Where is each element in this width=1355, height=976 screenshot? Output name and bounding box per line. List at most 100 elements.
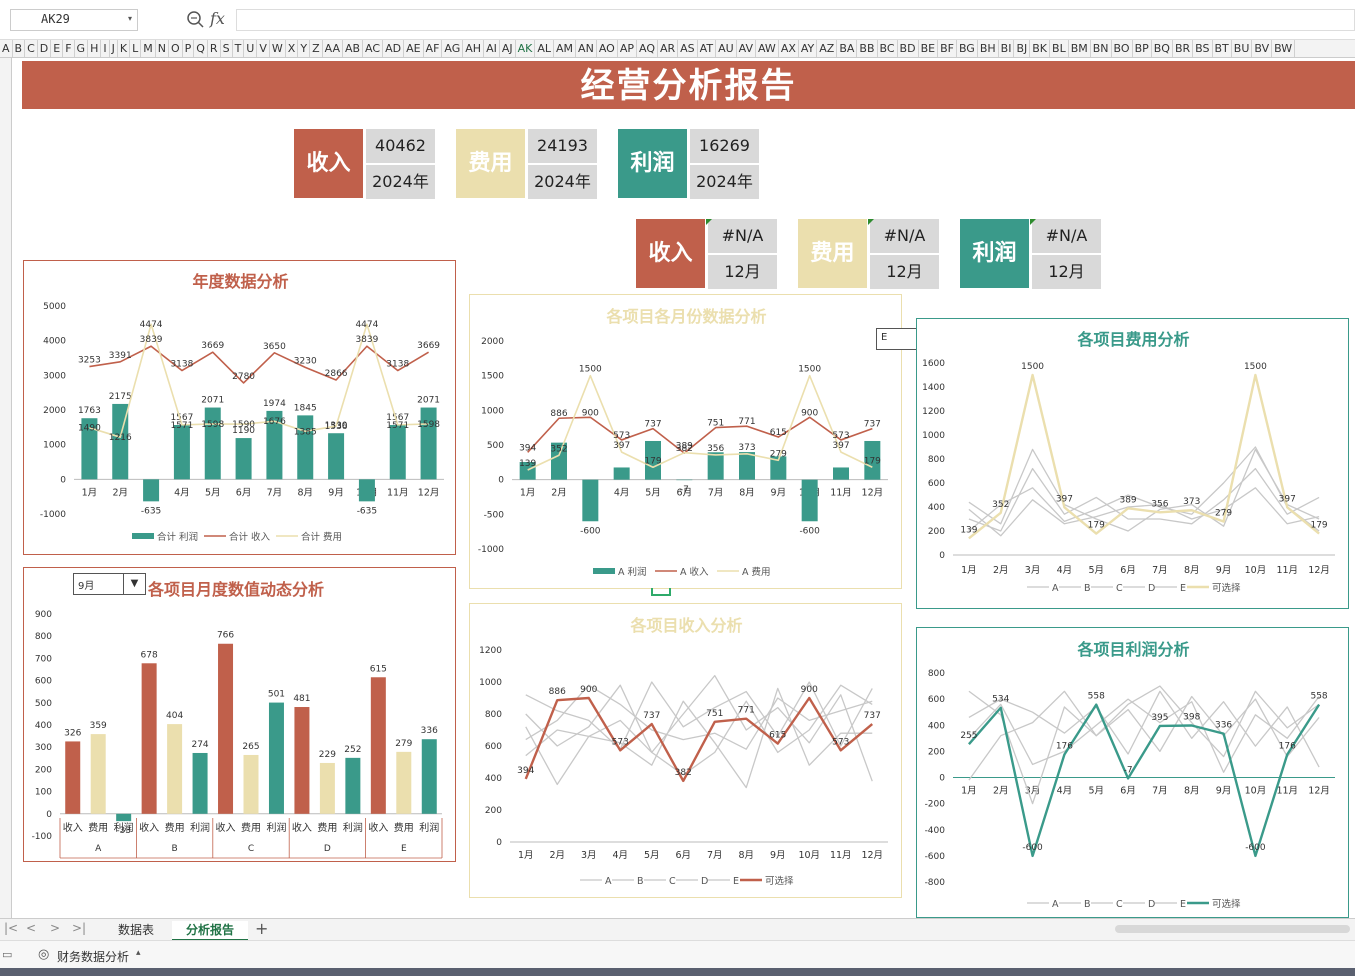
item-a-chart[interactable]: 各项目各月份数据分析 -1000-50005001000150020001月2月… [469, 294, 902, 589]
column-label[interactable]: C [25, 40, 38, 57]
fx-icon[interactable]: fx [210, 9, 225, 28]
row-label[interactable] [0, 703, 11, 718]
row-label[interactable] [0, 253, 11, 268]
row-label[interactable] [0, 208, 11, 223]
column-label[interactable]: AF [424, 40, 443, 57]
row-label[interactable] [0, 853, 11, 868]
column-label[interactable]: D [38, 40, 51, 57]
column-label[interactable]: BS [1193, 40, 1212, 57]
row-label[interactable] [0, 598, 11, 613]
column-label[interactable]: BI [999, 40, 1015, 57]
row-label[interactable] [0, 658, 11, 673]
zoom-icon[interactable] [186, 10, 206, 30]
row-label[interactable] [0, 133, 11, 148]
row-label[interactable] [0, 448, 11, 463]
column-label[interactable]: BQ [1152, 40, 1173, 57]
row-label[interactable] [0, 163, 11, 178]
column-label[interactable]: K [118, 40, 130, 57]
row-label[interactable] [0, 838, 11, 853]
column-label[interactable]: BH [978, 40, 999, 57]
column-label[interactable]: AI [484, 40, 500, 57]
row-label[interactable] [0, 778, 11, 793]
item-month-chart[interactable]: 各项目月度数值动态分析 -100010020030040050060070080… [23, 567, 456, 862]
row-label[interactable] [0, 883, 11, 898]
row-label[interactable] [0, 493, 11, 508]
column-label[interactable]: M [141, 40, 156, 57]
column-label[interactable]: AU [716, 40, 737, 57]
column-label[interactable]: AC [363, 40, 383, 57]
column-label[interactable]: AG [442, 40, 463, 57]
column-label[interactable]: S [221, 40, 233, 57]
income-items-chart[interactable]: 各项目收入分析 0200400600800100012001月2月3月4月5月6… [469, 603, 902, 898]
row-label[interactable] [0, 433, 11, 448]
column-label[interactable]: T [233, 40, 245, 57]
column-label[interactable]: BV [1252, 40, 1272, 57]
row-label[interactable] [0, 793, 11, 808]
column-label[interactable]: BW [1272, 40, 1295, 57]
row-label[interactable] [0, 478, 11, 493]
row-label[interactable] [0, 178, 11, 193]
column-label[interactable]: U [244, 40, 257, 57]
column-label[interactable]: AK [516, 40, 536, 58]
column-label[interactable]: BO [1112, 40, 1133, 57]
row-label[interactable] [0, 808, 11, 823]
next-sheet-icon[interactable]: > [50, 921, 60, 935]
column-label[interactable]: AA [323, 40, 343, 57]
add-sheet-icon[interactable]: + [255, 919, 268, 938]
column-label[interactable]: AN [576, 40, 597, 57]
last-sheet-icon[interactable]: >| [72, 921, 86, 935]
column-label[interactable]: AM [554, 40, 576, 57]
column-label[interactable]: N [156, 40, 169, 57]
row-label[interactable] [0, 418, 11, 433]
column-label[interactable]: AJ [500, 40, 516, 57]
column-label[interactable]: V [257, 40, 270, 57]
column-label[interactable]: AH [463, 40, 484, 57]
row-label[interactable] [0, 328, 11, 343]
column-label[interactable]: Q [194, 40, 208, 57]
row-label[interactable] [0, 238, 11, 253]
row-label[interactable] [0, 373, 11, 388]
row-label[interactable] [0, 673, 11, 688]
row-label[interactable] [0, 568, 11, 583]
column-label[interactable]: A [0, 40, 13, 57]
row-label[interactable] [0, 823, 11, 838]
row-label[interactable] [0, 193, 11, 208]
row-label[interactable] [0, 118, 11, 133]
column-label[interactable]: AX [779, 40, 799, 57]
name-box[interactable]: AK29 [10, 9, 138, 31]
row-label[interactable] [0, 313, 11, 328]
formula-input[interactable] [236, 9, 1355, 31]
column-label[interactable]: AY [799, 40, 817, 57]
row-label[interactable] [0, 583, 11, 598]
column-label[interactable]: BM [1069, 40, 1091, 57]
column-label[interactable]: B [13, 40, 26, 57]
row-label[interactable] [0, 553, 11, 568]
column-label[interactable]: BR [1173, 40, 1193, 57]
column-label[interactable]: AE [404, 40, 423, 57]
column-label[interactable]: AT [698, 40, 716, 57]
column-label[interactable]: O [169, 40, 183, 57]
chevron-down-icon[interactable]: ▼ [123, 574, 145, 594]
row-label[interactable] [0, 868, 11, 883]
record-icon[interactable]: ▭ [2, 948, 12, 961]
row-label[interactable] [0, 508, 11, 523]
column-label[interactable]: AD [383, 40, 404, 57]
row-label[interactable] [0, 403, 11, 418]
column-label[interactable]: AR [658, 40, 678, 57]
column-label[interactable]: BJ [1014, 40, 1030, 57]
column-label[interactable]: BC [878, 40, 898, 57]
column-label[interactable]: AL [535, 40, 554, 57]
column-label[interactable]: G [75, 40, 89, 57]
expense-items-chart[interactable]: 各项目费用分析 020040060080010001200140016001月2… [916, 318, 1349, 609]
column-label[interactable]: P [183, 40, 195, 57]
column-label[interactable]: BN [1091, 40, 1112, 57]
column-label[interactable]: Z [310, 40, 323, 57]
row-label[interactable] [0, 58, 11, 73]
column-label[interactable]: BU [1232, 40, 1253, 57]
first-sheet-icon[interactable]: |< [4, 921, 18, 935]
row-label[interactable] [0, 343, 11, 358]
row-label[interactable] [0, 748, 11, 763]
column-label[interactable]: L [130, 40, 141, 57]
column-label[interactable]: BT [1213, 40, 1232, 57]
row-label[interactable] [0, 283, 11, 298]
